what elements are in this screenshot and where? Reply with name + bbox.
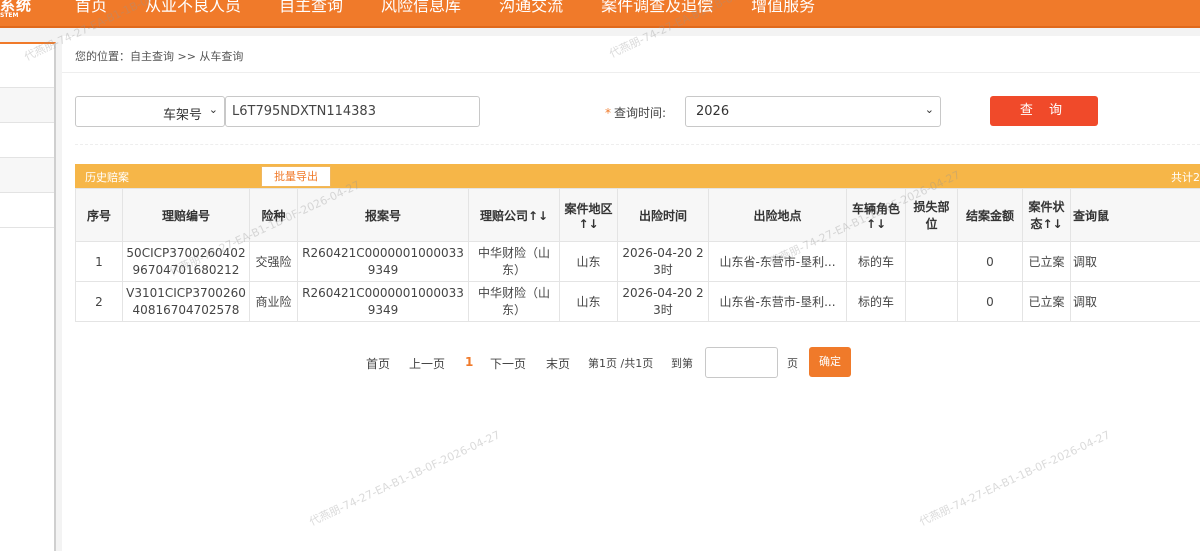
cell-case-status: 已立案 xyxy=(1022,241,1071,282)
cell-company: 中华财险（山东） xyxy=(468,241,560,282)
col-vehicle-role[interactable]: 车辆角色↑↓ xyxy=(846,188,906,242)
cell-damage-part xyxy=(905,281,958,322)
logo: 系统 STEM xyxy=(0,0,62,28)
sidebar-item[interactable] xyxy=(0,88,54,123)
col-region[interactable]: 案件地区↑↓ xyxy=(559,188,618,242)
table-row: 1 50CICP370026040296704701680212 交强险 R26… xyxy=(75,241,1200,282)
col-accident-place: 出险地点 xyxy=(708,188,847,242)
nav-communication[interactable]: 沟通交流 xyxy=(499,0,563,24)
page-unit-label: 页 xyxy=(787,357,798,370)
retrieve-link[interactable]: 调取 xyxy=(1070,241,1200,282)
col-query: 查询鼠 xyxy=(1070,188,1200,242)
cell-accident-place: 山东省-东营市-垦利... xyxy=(708,281,847,322)
nav-value-added[interactable]: 增值服务 xyxy=(751,0,815,24)
cell-vehicle-role: 标的车 xyxy=(846,241,906,282)
table-header-row: 序号 理赔编号 险种 报案号 理赔公司↑↓ 案件地区↑↓ 出险时间 出险地点 车… xyxy=(75,188,1200,242)
sidebar xyxy=(0,42,56,551)
col-accident-time: 出险时间 xyxy=(617,188,709,242)
cell-settled-amount: 0 xyxy=(957,241,1023,282)
cell-vehicle-role: 标的车 xyxy=(846,281,906,322)
top-nav-bar: 系统 STEM 首页 从业不良人员 自主查询 风险信息库 沟通交流 案件调查及追… xyxy=(0,0,1200,28)
col-report-no: 报案号 xyxy=(297,188,469,242)
col-company[interactable]: 理赔公司↑↓ xyxy=(468,188,560,242)
cell-report-no: R260421C00000010000339349 xyxy=(297,281,469,322)
cell-region: 山东 xyxy=(559,241,618,282)
page-number-input[interactable] xyxy=(705,347,778,378)
search-type-value: 车架号 xyxy=(162,108,202,123)
table-row: 2 V3101CICP370026040816704702578 商业险 R26… xyxy=(75,281,1200,322)
total-count: 共计2 xyxy=(1171,171,1200,184)
claims-table: 序号 理赔编号 险种 报案号 理赔公司↑↓ 案件地区↑↓ 出险时间 出险地点 车… xyxy=(75,188,1200,322)
nav-self-query[interactable]: 自主查询 xyxy=(279,0,343,24)
goto-label: 到第 xyxy=(671,357,693,370)
cell-claim-no: V3101CICP370026040816704702578 xyxy=(122,281,250,322)
cell-index: 1 xyxy=(75,241,123,282)
sidebar-item[interactable] xyxy=(0,123,54,158)
cell-damage-part xyxy=(905,241,958,282)
cell-settled-amount: 0 xyxy=(957,281,1023,322)
confirm-page-button[interactable]: 确定 xyxy=(809,347,851,377)
cell-accident-place: 山东省-东营市-垦利... xyxy=(708,241,847,282)
history-title: 历史赔案 xyxy=(85,171,129,184)
query-time-text: 查询时间: xyxy=(614,106,667,120)
query-button[interactable]: 查 询 xyxy=(990,96,1098,126)
cell-insurance-type: 商业险 xyxy=(249,281,298,322)
next-page-link[interactable]: 下一页 xyxy=(490,355,526,372)
col-claim-no: 理赔编号 xyxy=(122,188,250,242)
search-type-select[interactable]: 车架号 ⌄ xyxy=(75,96,225,127)
page-info: 第1页 /共1页 xyxy=(588,357,654,370)
last-page-link[interactable]: 末页 xyxy=(546,355,570,372)
col-settled-amount: 结案金额 xyxy=(957,188,1023,242)
col-insurance-type: 险种 xyxy=(249,188,298,242)
chevron-down-icon: ⌄ xyxy=(924,103,934,116)
breadcrumb: 您的位置：自主查询 >> 从车查询 xyxy=(75,50,244,63)
nav-bad-practitioners[interactable]: 从业不良人员 xyxy=(145,0,241,24)
cell-report-no: R260421C00000010000339349 xyxy=(297,241,469,282)
cell-accident-time: 2026-04-20 23时 xyxy=(617,281,709,322)
sidebar-item[interactable] xyxy=(0,158,54,193)
nav-case-investigation[interactable]: 案件调查及追偿 xyxy=(601,0,713,24)
chevron-down-icon: ⌄ xyxy=(208,103,218,116)
logo-subtext: STEM xyxy=(0,12,19,19)
sidebar-item[interactable] xyxy=(0,193,54,228)
col-index: 序号 xyxy=(75,188,123,242)
cell-company: 中华财险（山东） xyxy=(468,281,560,322)
nav-risk-database[interactable]: 风险信息库 xyxy=(381,0,461,24)
current-page[interactable]: 1 xyxy=(465,355,473,369)
cell-insurance-type: 交强险 xyxy=(249,241,298,282)
main-content: 您的位置：自主查询 >> 从车查询 车架号 ⌄ *查询时间: 2026 ⌄ 查 … xyxy=(62,36,1200,551)
batch-export-button[interactable]: 批量导出 xyxy=(261,166,331,187)
prev-page-link[interactable]: 上一页 xyxy=(409,355,445,372)
col-case-status[interactable]: 案件状态↑↓ xyxy=(1022,188,1071,242)
year-value: 2026 xyxy=(696,104,730,119)
col-damage-part: 损失部位 xyxy=(905,188,958,242)
nav-home[interactable]: 首页 xyxy=(75,0,107,24)
year-select[interactable]: 2026 ⌄ xyxy=(685,96,941,127)
divider xyxy=(75,144,1200,145)
sidebar-item[interactable] xyxy=(0,44,54,88)
cell-accident-time: 2026-04-20 23时 xyxy=(617,241,709,282)
cell-region: 山东 xyxy=(559,281,618,322)
cell-claim-no: 50CICP370026040296704701680212 xyxy=(122,241,250,282)
history-claims-bar: 历史赔案 批量导出 共计2 xyxy=(75,164,1200,188)
vin-input[interactable] xyxy=(225,96,480,127)
required-mark: * xyxy=(605,106,611,120)
main-nav: 首页 从业不良人员 自主查询 风险信息库 沟通交流 案件调查及追偿 增值服务 xyxy=(75,0,853,24)
cell-case-status: 已立案 xyxy=(1022,281,1071,322)
cell-index: 2 xyxy=(75,281,123,322)
query-time-label: * 查询时间: xyxy=(605,104,666,121)
divider xyxy=(62,72,1200,73)
first-page-link[interactable]: 首页 xyxy=(366,355,390,372)
retrieve-link[interactable]: 调取 xyxy=(1070,281,1200,322)
